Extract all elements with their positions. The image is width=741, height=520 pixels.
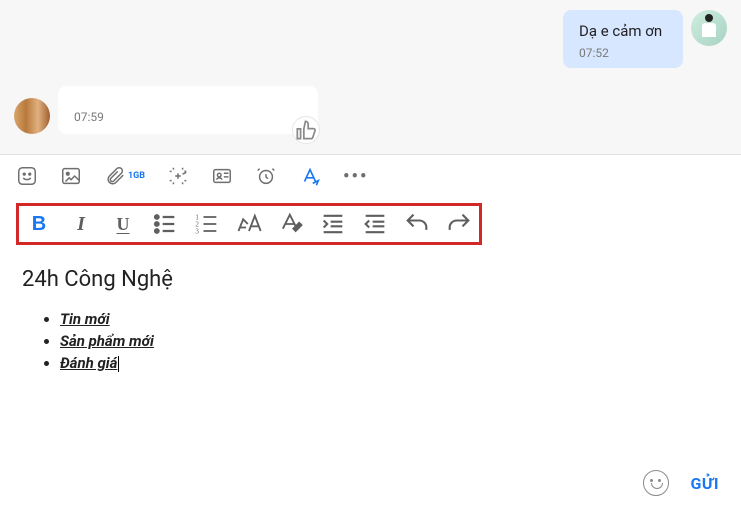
outgoing-message-text: Dạ e cảm ơn — [579, 22, 667, 40]
list-item: Sản phẩm mới — [60, 332, 721, 350]
format-toolbar: B I U 123 — [16, 203, 482, 245]
incoming-message-row: 07:59 — [14, 86, 727, 134]
numbered-list-button[interactable]: 123 — [193, 210, 221, 238]
format-toolbar-highlight: B I U 123 — [0, 197, 741, 253]
chat-pane: Dạ e cảm ơn 07:52 07:59 — [0, 0, 741, 154]
svg-text:3: 3 — [195, 227, 199, 235]
attachment-size-label: 1GB — [128, 165, 145, 187]
attachment-group[interactable]: 1GB — [104, 165, 145, 187]
outgoing-message-bubble[interactable]: Dạ e cảm ơn 07:52 — [563, 10, 683, 68]
compose-editor[interactable]: 24h Công Nghệ Tin mới Sản phẩm mới Đánh … — [0, 253, 741, 520]
contact-card-icon[interactable] — [211, 165, 233, 187]
indent-decrease-button[interactable] — [361, 210, 389, 238]
compose-toolbar: 1GB ••• — [0, 154, 741, 197]
indent-increase-button[interactable] — [319, 210, 347, 238]
format-text-icon[interactable] — [299, 165, 321, 187]
like-reaction-button[interactable] — [292, 116, 320, 144]
bold-button[interactable]: B — [25, 210, 53, 238]
incoming-message-bubble[interactable]: 07:59 — [58, 86, 318, 134]
font-size-button[interactable] — [235, 210, 263, 238]
editor-heading: 24h Công Nghệ — [22, 267, 721, 292]
my-avatar[interactable] — [691, 10, 727, 46]
clear-format-button[interactable] — [277, 210, 305, 238]
emoji-picker-button[interactable] — [643, 470, 669, 496]
underline-button[interactable]: U — [109, 210, 137, 238]
italic-button[interactable]: I — [67, 210, 95, 238]
incoming-message-time: 07:59 — [74, 110, 302, 124]
alarm-icon[interactable] — [255, 165, 277, 187]
more-icon[interactable]: ••• — [343, 166, 368, 187]
redo-button[interactable] — [445, 210, 473, 238]
editor-bullet-list: Tin mới Sản phẩm mới Đánh giá — [20, 310, 721, 372]
send-button[interactable]: GỬI — [691, 474, 719, 493]
send-row: GỬI — [643, 470, 719, 496]
screenshot-icon[interactable] — [167, 165, 189, 187]
paperclip-icon — [104, 165, 126, 187]
outgoing-message-row: Dạ e cảm ơn 07:52 — [14, 10, 727, 68]
list-item: Tin mới — [60, 310, 721, 328]
outgoing-message-time: 07:52 — [579, 46, 667, 60]
bullet-list-button[interactable] — [151, 210, 179, 238]
undo-button[interactable] — [403, 210, 431, 238]
sticker-icon[interactable] — [16, 165, 38, 187]
image-icon[interactable] — [60, 165, 82, 187]
list-item: Đánh giá — [60, 354, 721, 372]
contact-avatar[interactable] — [14, 98, 50, 134]
